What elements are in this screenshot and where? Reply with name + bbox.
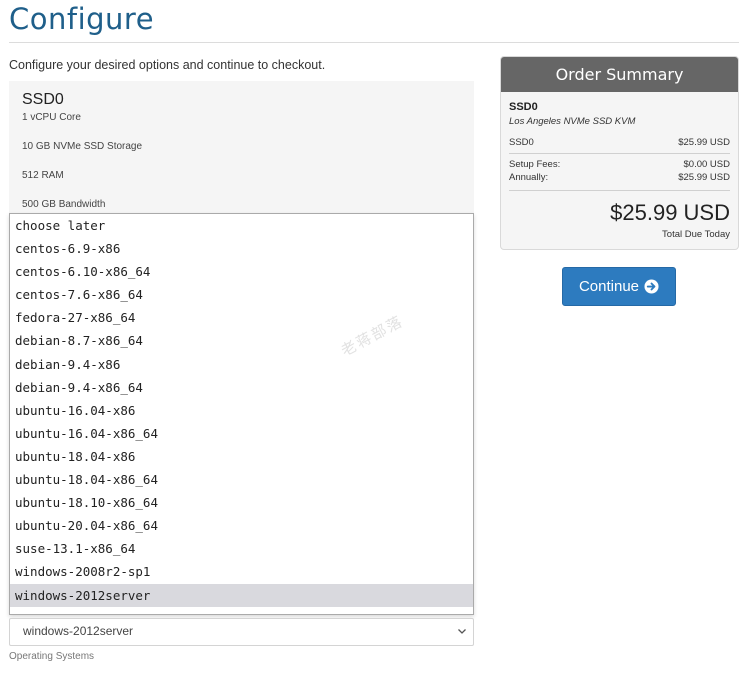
continue-button-label: Continue	[578, 278, 640, 295]
os-option[interactable]: debian-8.7-x86_64	[10, 329, 473, 352]
chevron-down-icon	[458, 629, 466, 634]
title-divider	[9, 42, 739, 43]
product-name: SSD0	[22, 91, 64, 108]
os-option[interactable]: suse-13.1-x86_64	[10, 537, 473, 560]
summary-product-name: SSD0	[509, 101, 538, 113]
product-info-panel: SSD0 1 vCPU Core 10 GB NVMe SSD Storage …	[9, 81, 474, 221]
summary-line-item: SSD0 $25.99 USD	[509, 137, 730, 148]
spec-bandwidth: 500 GB Bandwidth	[22, 199, 106, 210]
spec-ram: 512 RAM	[22, 170, 64, 181]
os-option[interactable]: ubuntu-16.04-x86_64	[10, 422, 473, 445]
summary-setup-amount: $0.00 USD	[683, 159, 730, 170]
summary-product-group: Los Angeles NVMe SSD KVM	[509, 116, 636, 127]
summary-line-item-label: SSD0	[509, 137, 534, 148]
os-option[interactable]: centos-6.10-x86_64	[10, 260, 473, 283]
os-option-selected[interactable]: windows-2012server	[10, 583, 473, 607]
os-option[interactable]: debian-9.4-x86	[10, 353, 473, 376]
os-select[interactable]: windows-2012server	[9, 618, 474, 646]
summary-divider	[509, 190, 730, 191]
os-option[interactable]: ubuntu-18.10-x86_64	[10, 491, 473, 514]
os-option[interactable]: centos-6.9-x86	[10, 237, 473, 260]
os-option[interactable]: ubuntu-18.04-x86	[10, 445, 473, 468]
order-summary-header: Order Summary	[501, 57, 738, 92]
os-option[interactable]: ubuntu-16.04-x86	[10, 399, 473, 422]
continue-button[interactable]: Continue	[562, 267, 676, 306]
summary-cycle-amount: $25.99 USD	[678, 172, 730, 183]
summary-total-label: Total Due Today	[662, 229, 730, 240]
os-option[interactable]: choose later	[10, 214, 473, 237]
intro-text: Configure your desired options and conti…	[9, 58, 326, 72]
spec-storage: 10 GB NVMe SSD Storage	[22, 141, 143, 152]
os-dropdown-list[interactable]: choose later centos-6.9-x86 centos-6.10-…	[9, 213, 474, 615]
summary-setup-row: Setup Fees: $0.00 USD	[509, 159, 730, 170]
os-option[interactable]: centos-7.6-x86_64	[10, 283, 473, 306]
os-option[interactable]: debian-9.4-x86_64	[10, 376, 473, 399]
os-select-help: Operating Systems	[9, 651, 95, 662]
os-option[interactable]: windows-2008r2-sp1	[10, 560, 473, 583]
os-option[interactable]: fedora-27-x86_64	[10, 306, 473, 329]
os-option[interactable]: ubuntu-18.04-x86_64	[10, 468, 473, 491]
os-option[interactable]: ubuntu-20.04-x86_64	[10, 514, 473, 537]
summary-cycle-row: Annually: $25.99 USD	[509, 172, 730, 183]
arrow-circle-right-icon	[644, 279, 659, 294]
page-title: Configure	[9, 2, 155, 36]
summary-divider	[509, 153, 730, 154]
spec-cpu: 1 vCPU Core	[22, 112, 81, 123]
summary-cycle-label: Annually:	[509, 172, 549, 183]
os-select-value: windows-2012server	[23, 624, 134, 638]
summary-setup-label: Setup Fees:	[509, 159, 561, 170]
summary-total: $25.99 USD	[610, 200, 730, 225]
order-summary-panel: Order Summary SSD0 Los Angeles NVMe SSD …	[500, 56, 739, 250]
summary-line-item-amount: $25.99 USD	[678, 137, 730, 148]
